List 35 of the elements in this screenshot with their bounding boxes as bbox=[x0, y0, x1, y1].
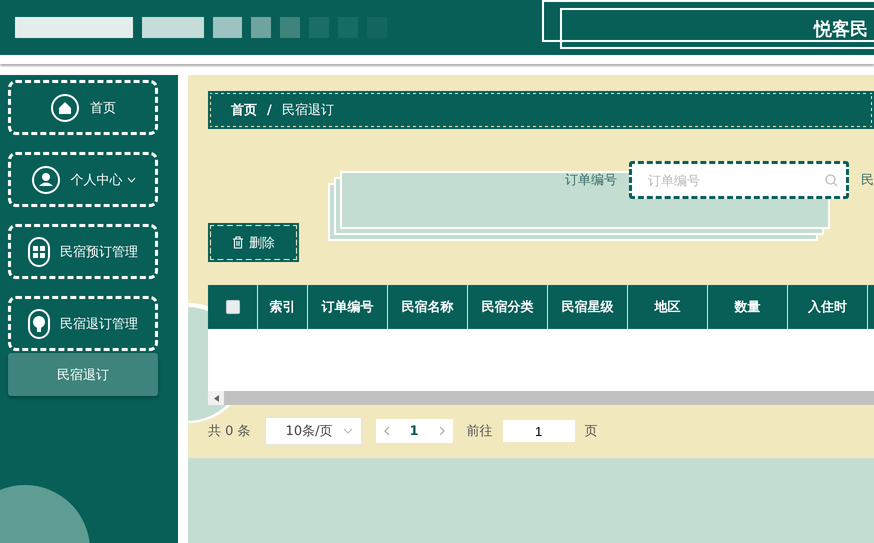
home-icon bbox=[50, 92, 80, 122]
search-input[interactable]: 订单编号 bbox=[646, 172, 825, 188]
select-all-checkbox[interactable] bbox=[226, 300, 240, 314]
bulb-icon bbox=[28, 308, 50, 338]
color-swatch bbox=[251, 17, 271, 38]
goto-page-field[interactable]: 1 bbox=[502, 420, 575, 442]
site-title: 悦客民 bbox=[814, 18, 868, 40]
trash-icon bbox=[232, 236, 244, 249]
chevron-down-icon bbox=[126, 176, 136, 182]
scroll-left-icon[interactable] bbox=[214, 394, 218, 402]
page-size-select[interactable]: 10条/页 bbox=[264, 417, 362, 445]
page-number[interactable]: 1 bbox=[410, 424, 419, 438]
sidebar-item[interactable]: 个人中心 bbox=[8, 152, 158, 207]
color-swatch bbox=[280, 17, 300, 38]
next-page-icon[interactable] bbox=[438, 426, 445, 436]
color-swatch bbox=[213, 17, 242, 38]
color-swatch bbox=[142, 17, 204, 38]
field-label: 民 bbox=[861, 172, 874, 189]
horizontal-scrollbar[interactable] bbox=[208, 391, 874, 405]
goto-label: 前往 bbox=[466, 423, 493, 440]
sidebar-item[interactable]: 首页 bbox=[8, 80, 158, 135]
search-field[interactable]: 订单编号 bbox=[629, 161, 849, 199]
user-icon bbox=[30, 164, 60, 194]
submenu-item[interactable]: 民宿退订 bbox=[8, 353, 158, 396]
delete-button[interactable]: 删除 bbox=[208, 223, 299, 262]
total-count: 共 0 条 bbox=[208, 423, 251, 440]
prev-page-icon[interactable] bbox=[384, 426, 390, 436]
search-icon bbox=[825, 174, 838, 186]
field-label: 订单编号 bbox=[565, 172, 617, 189]
breadcrumb-link[interactable]: 首页 bbox=[231, 101, 257, 119]
grid-icon bbox=[28, 236, 50, 266]
page-suffix: 页 bbox=[584, 423, 598, 440]
breadcrumb-separator: / bbox=[267, 102, 272, 118]
chevron-down-icon bbox=[342, 428, 353, 434]
sidebar-item[interactable]: 民宿预订管理 bbox=[8, 224, 158, 279]
